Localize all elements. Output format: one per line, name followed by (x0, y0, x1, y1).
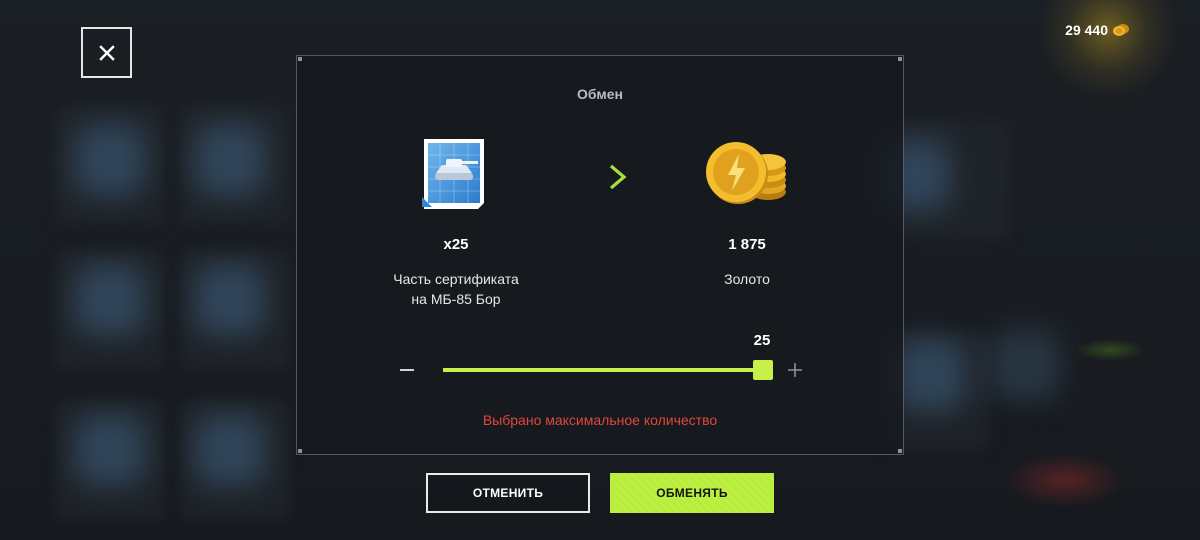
slider-value: 25 (753, 332, 771, 349)
dialog-corner (898, 57, 902, 61)
minus-icon (400, 369, 414, 371)
dialog-corner (298, 449, 302, 453)
gold-coins-stack-icon (706, 142, 786, 204)
plus-icon (788, 363, 802, 377)
get-quantity: 1 875 (728, 236, 766, 253)
exchange-button[interactable]: ОБМЕНЯТЬ (610, 473, 774, 513)
blueprint-certificate-icon (422, 139, 484, 209)
give-quantity: x25 (443, 236, 469, 253)
max-quantity-warning: Выбрано максимальное количество (482, 412, 718, 428)
decrease-button[interactable] (397, 360, 417, 380)
give-label-line2: на МБ-85 Бор (411, 291, 501, 307)
exchange-dialog: Обмен x25 Часть сертификата на МБ-85 Бор… (296, 55, 904, 455)
get-label: Золото (724, 271, 770, 287)
gold-coin-icon (1112, 23, 1130, 37)
close-icon (98, 44, 115, 61)
quantity-slider (397, 356, 805, 386)
arrow-right-icon (579, 164, 627, 190)
dialog-title: Обмен (577, 86, 623, 102)
gold-balance: 29 440 (1065, 22, 1130, 38)
give-label: Часть сертификата на МБ-85 Бор (356, 269, 556, 309)
gold-balance-value: 29 440 (1065, 22, 1108, 38)
get-item: 1 875 Золото (647, 134, 847, 289)
slider-thumb[interactable] (753, 360, 773, 380)
slider-track[interactable] (443, 360, 773, 380)
give-label-line1: Часть сертификата (393, 271, 519, 287)
cancel-button[interactable]: ОТМЕНИТЬ (426, 473, 590, 513)
dialog-corner (298, 57, 302, 61)
close-button[interactable] (81, 27, 132, 78)
dialog-corner (898, 449, 902, 453)
slider-fill (443, 368, 763, 372)
increase-button[interactable] (785, 360, 805, 380)
give-item: x25 Часть сертификата на МБ-85 Бор (356, 134, 556, 309)
